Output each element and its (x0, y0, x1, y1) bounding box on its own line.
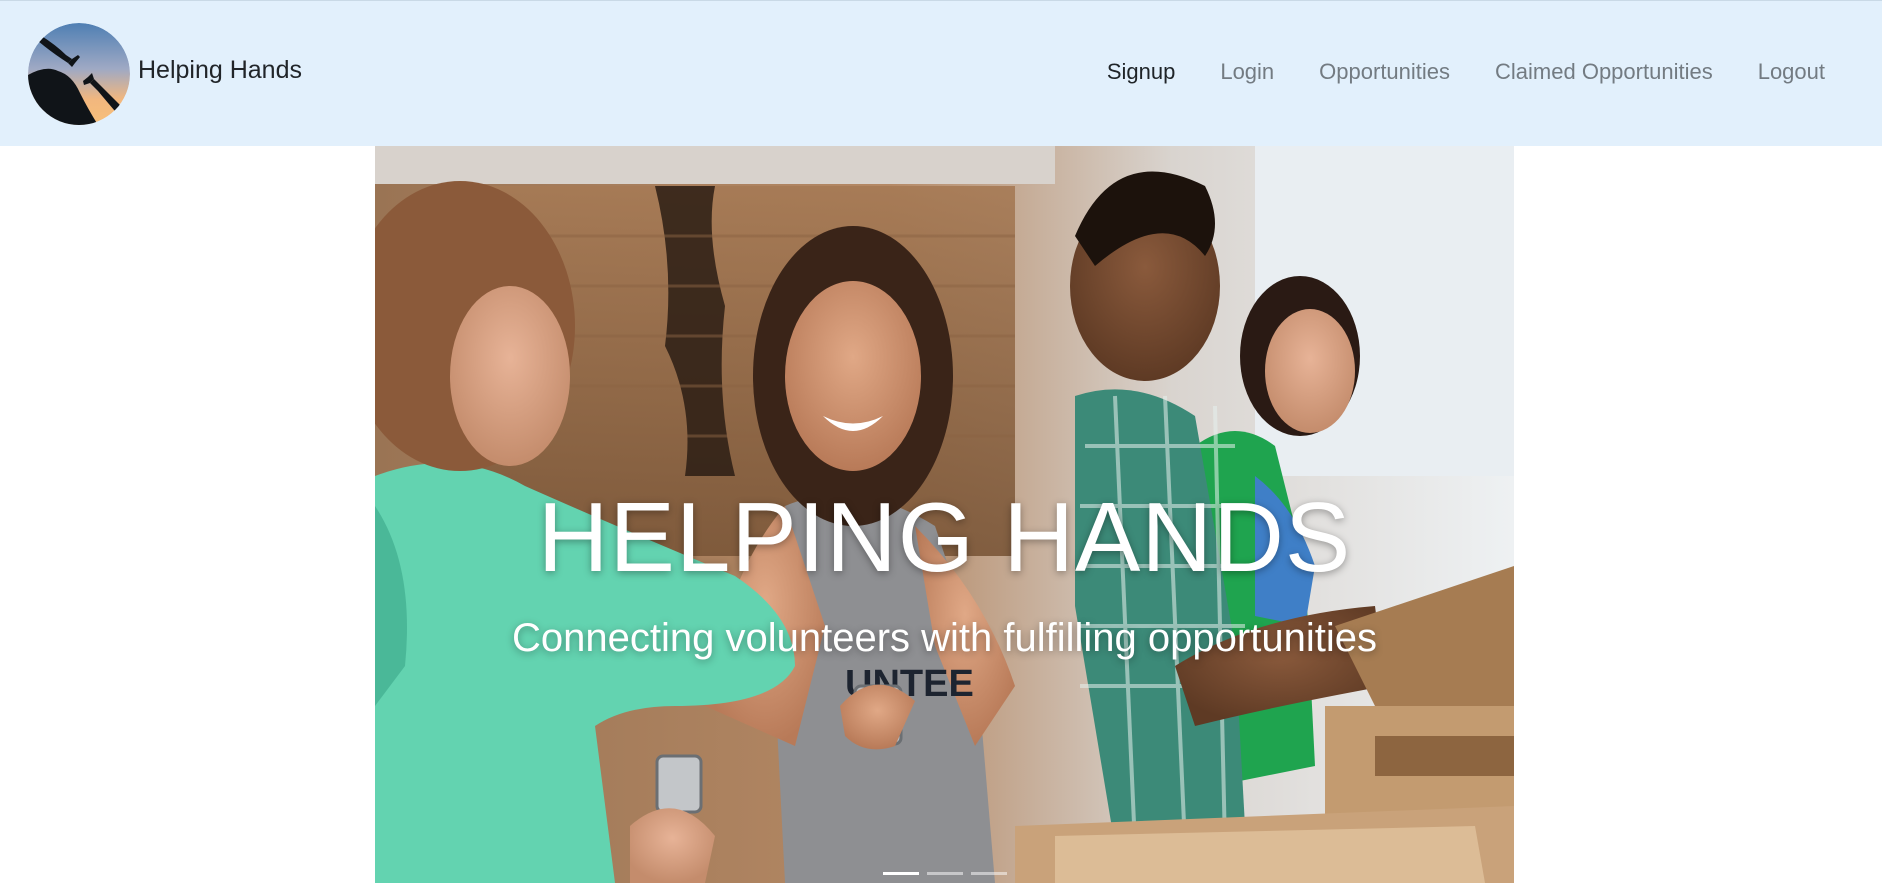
top-navbar: Helping Hands Signup Login Opportunities… (0, 0, 1882, 146)
main-nav: Signup Login Opportunities Claimed Oppor… (1062, 59, 1825, 85)
carousel-indicators (375, 872, 1514, 875)
hero-subtitle: Connecting volunteers with fulfilling op… (512, 616, 1377, 660)
nav-login[interactable]: Login (1220, 59, 1274, 85)
carousel-indicator-2[interactable] (926, 872, 963, 875)
carousel-indicator-3[interactable] (970, 872, 1007, 875)
brand-name: Helping Hands (138, 55, 302, 84)
brand-link[interactable]: Helping Hands (28, 23, 302, 125)
nav-logout[interactable]: Logout (1758, 59, 1825, 85)
nav-opportunities[interactable]: Opportunities (1319, 59, 1450, 85)
hero-carousel[interactable]: UNTEE HELPING HANDS Connecting volunteer… (375, 146, 1514, 883)
nav-claimed-opportunities[interactable]: Claimed Opportunities (1495, 59, 1713, 85)
hero-title: HELPING HANDS (537, 482, 1352, 592)
nav-signup[interactable]: Signup (1107, 59, 1176, 85)
reaching-hands-logo-icon (28, 23, 130, 125)
carousel-indicator-1[interactable] (882, 872, 919, 875)
